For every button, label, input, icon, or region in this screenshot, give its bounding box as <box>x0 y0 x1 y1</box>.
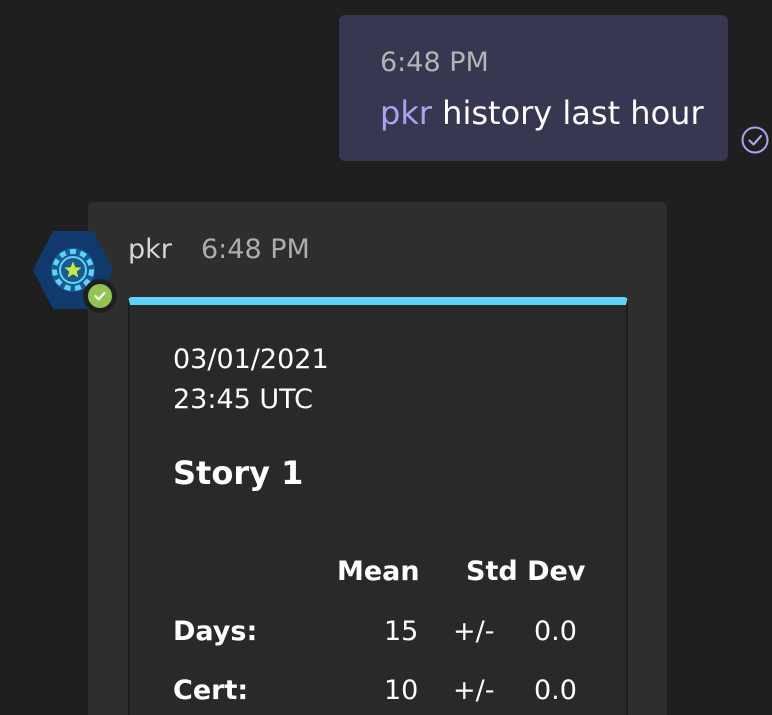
bot-mention[interactable]: pkr <box>380 94 432 132</box>
status-available-badge <box>83 279 117 313</box>
card-time: 23:45 UTC <box>173 384 313 415</box>
row-days-plus-minus: +/- <box>453 616 495 647</box>
sent-message-text: pkr history last hour <box>380 97 704 129</box>
checkmark-icon <box>94 291 106 301</box>
row-cert-std-dev: 0.0 <box>534 675 577 706</box>
row-label-days: Days: <box>173 616 258 647</box>
bot-message-timestamp: 6:48 PM <box>201 234 310 265</box>
chat-pane: 6:48 PM pkr history last hour pkr 6:48 P… <box>0 0 772 715</box>
sent-message-timestamp: 6:48 PM <box>380 47 489 78</box>
column-header-std-dev: Std Dev <box>466 556 586 587</box>
bot-sender-name[interactable]: pkr <box>128 236 172 263</box>
row-label-cert: Cert: <box>173 675 249 706</box>
card-date: 03/01/2021 <box>173 344 329 375</box>
row-cert-mean: 10 <box>384 675 419 706</box>
sent-message-bubble[interactable]: 6:48 PM pkr history last hour <box>339 15 728 161</box>
sent-message-body: history last hour <box>432 94 704 132</box>
row-days-std-dev: 0.0 <box>534 616 577 647</box>
column-header-mean: Mean <box>337 556 420 587</box>
card-title: Story 1 <box>173 454 304 492</box>
row-cert-plus-minus: +/- <box>453 675 495 706</box>
row-days-mean: 15 <box>384 616 419 647</box>
adaptive-card: 03/01/2021 23:45 UTC Story 1 Mean Std De… <box>128 297 628 715</box>
check-circle-icon <box>741 126 769 154</box>
